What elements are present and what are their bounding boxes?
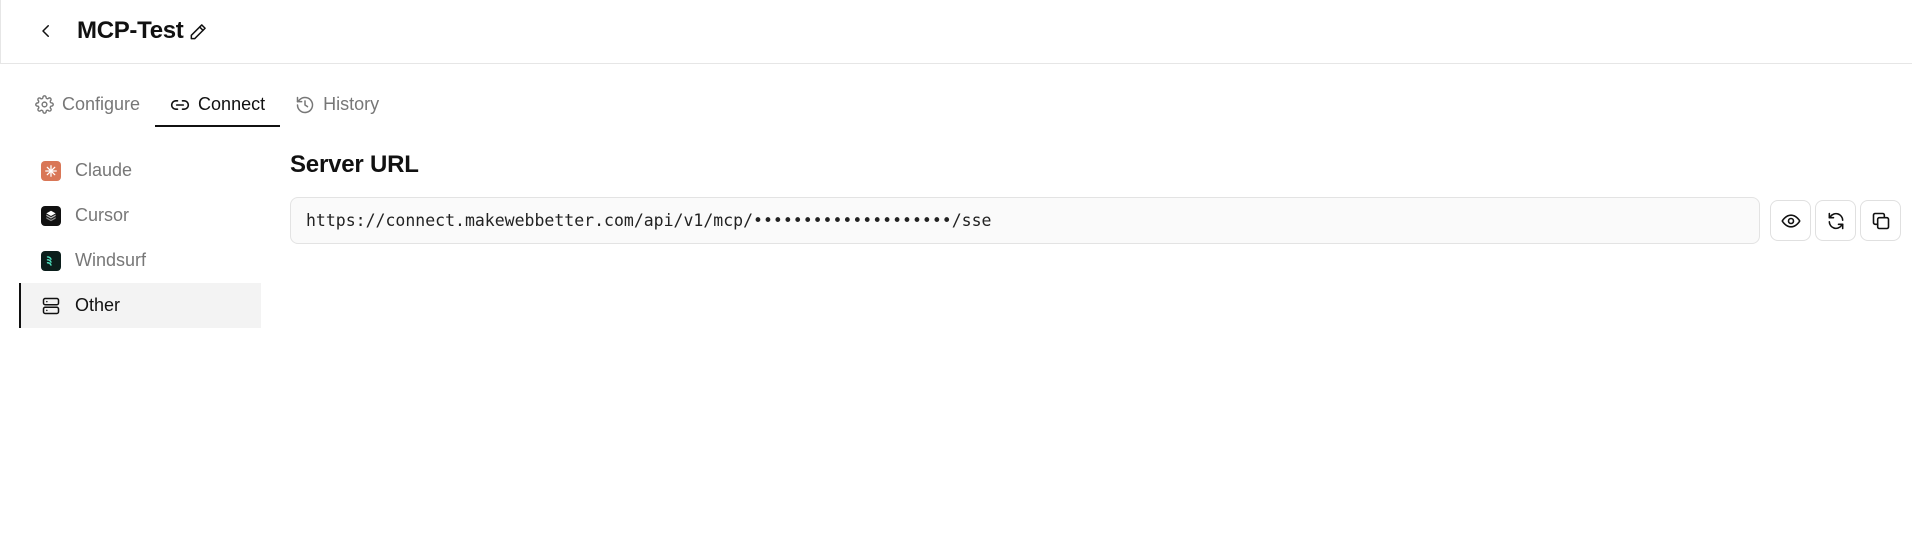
sidebar-item-label: Claude (75, 160, 133, 180)
windsurf-logo-icon (41, 250, 61, 271)
tab-history[interactable]: History (280, 84, 394, 127)
gear-icon (35, 95, 54, 114)
regenerate-url-button[interactable] (1815, 200, 1856, 241)
copy-url-button[interactable] (1860, 200, 1901, 241)
page-header: MCP-Test (0, 0, 1912, 64)
chevron-left-icon (42, 25, 49, 37)
tab-label: Connect (198, 94, 266, 114)
sidebar-item-label: Cursor (75, 205, 130, 225)
pencil-icon (190, 24, 206, 40)
sidebar-item-label: Windsurf (75, 250, 147, 270)
show-url-button[interactable] (1770, 200, 1811, 241)
sidebar-item-windsurf[interactable]: Windsurf (19, 238, 261, 283)
edit-title-button[interactable] (187, 21, 209, 43)
eye-icon (1780, 213, 1801, 228)
link-icon (170, 99, 190, 110)
sidebar-item-cursor[interactable]: Cursor (19, 193, 261, 238)
history-icon (296, 96, 314, 113)
claude-logo-icon (41, 160, 61, 181)
sidebar-item-claude[interactable]: Claude (19, 148, 261, 193)
section-title: Server URL (290, 151, 419, 178)
tab-label: Configure (62, 94, 141, 114)
tab-connect[interactable]: Connect (155, 84, 281, 127)
client-sidebar: Claude Cursor Windsurf Other (19, 148, 261, 328)
copy-icon (1872, 212, 1889, 229)
back-button[interactable] (33, 18, 59, 44)
sidebar-item-other[interactable]: Other (19, 283, 261, 328)
sidebar-item-label: Other (75, 295, 121, 315)
tab-configure[interactable]: Configure (20, 84, 155, 127)
refresh-icon (1828, 212, 1843, 229)
tab-label: History (323, 94, 380, 114)
server-icon (41, 296, 61, 316)
tab-bar: Configure Connect History (20, 84, 394, 127)
page-title: MCP-Test (77, 17, 184, 44)
server-url-field[interactable]: https://connect.makewebbetter.com/api/v1… (290, 197, 1760, 244)
cursor-logo-icon (41, 205, 61, 226)
